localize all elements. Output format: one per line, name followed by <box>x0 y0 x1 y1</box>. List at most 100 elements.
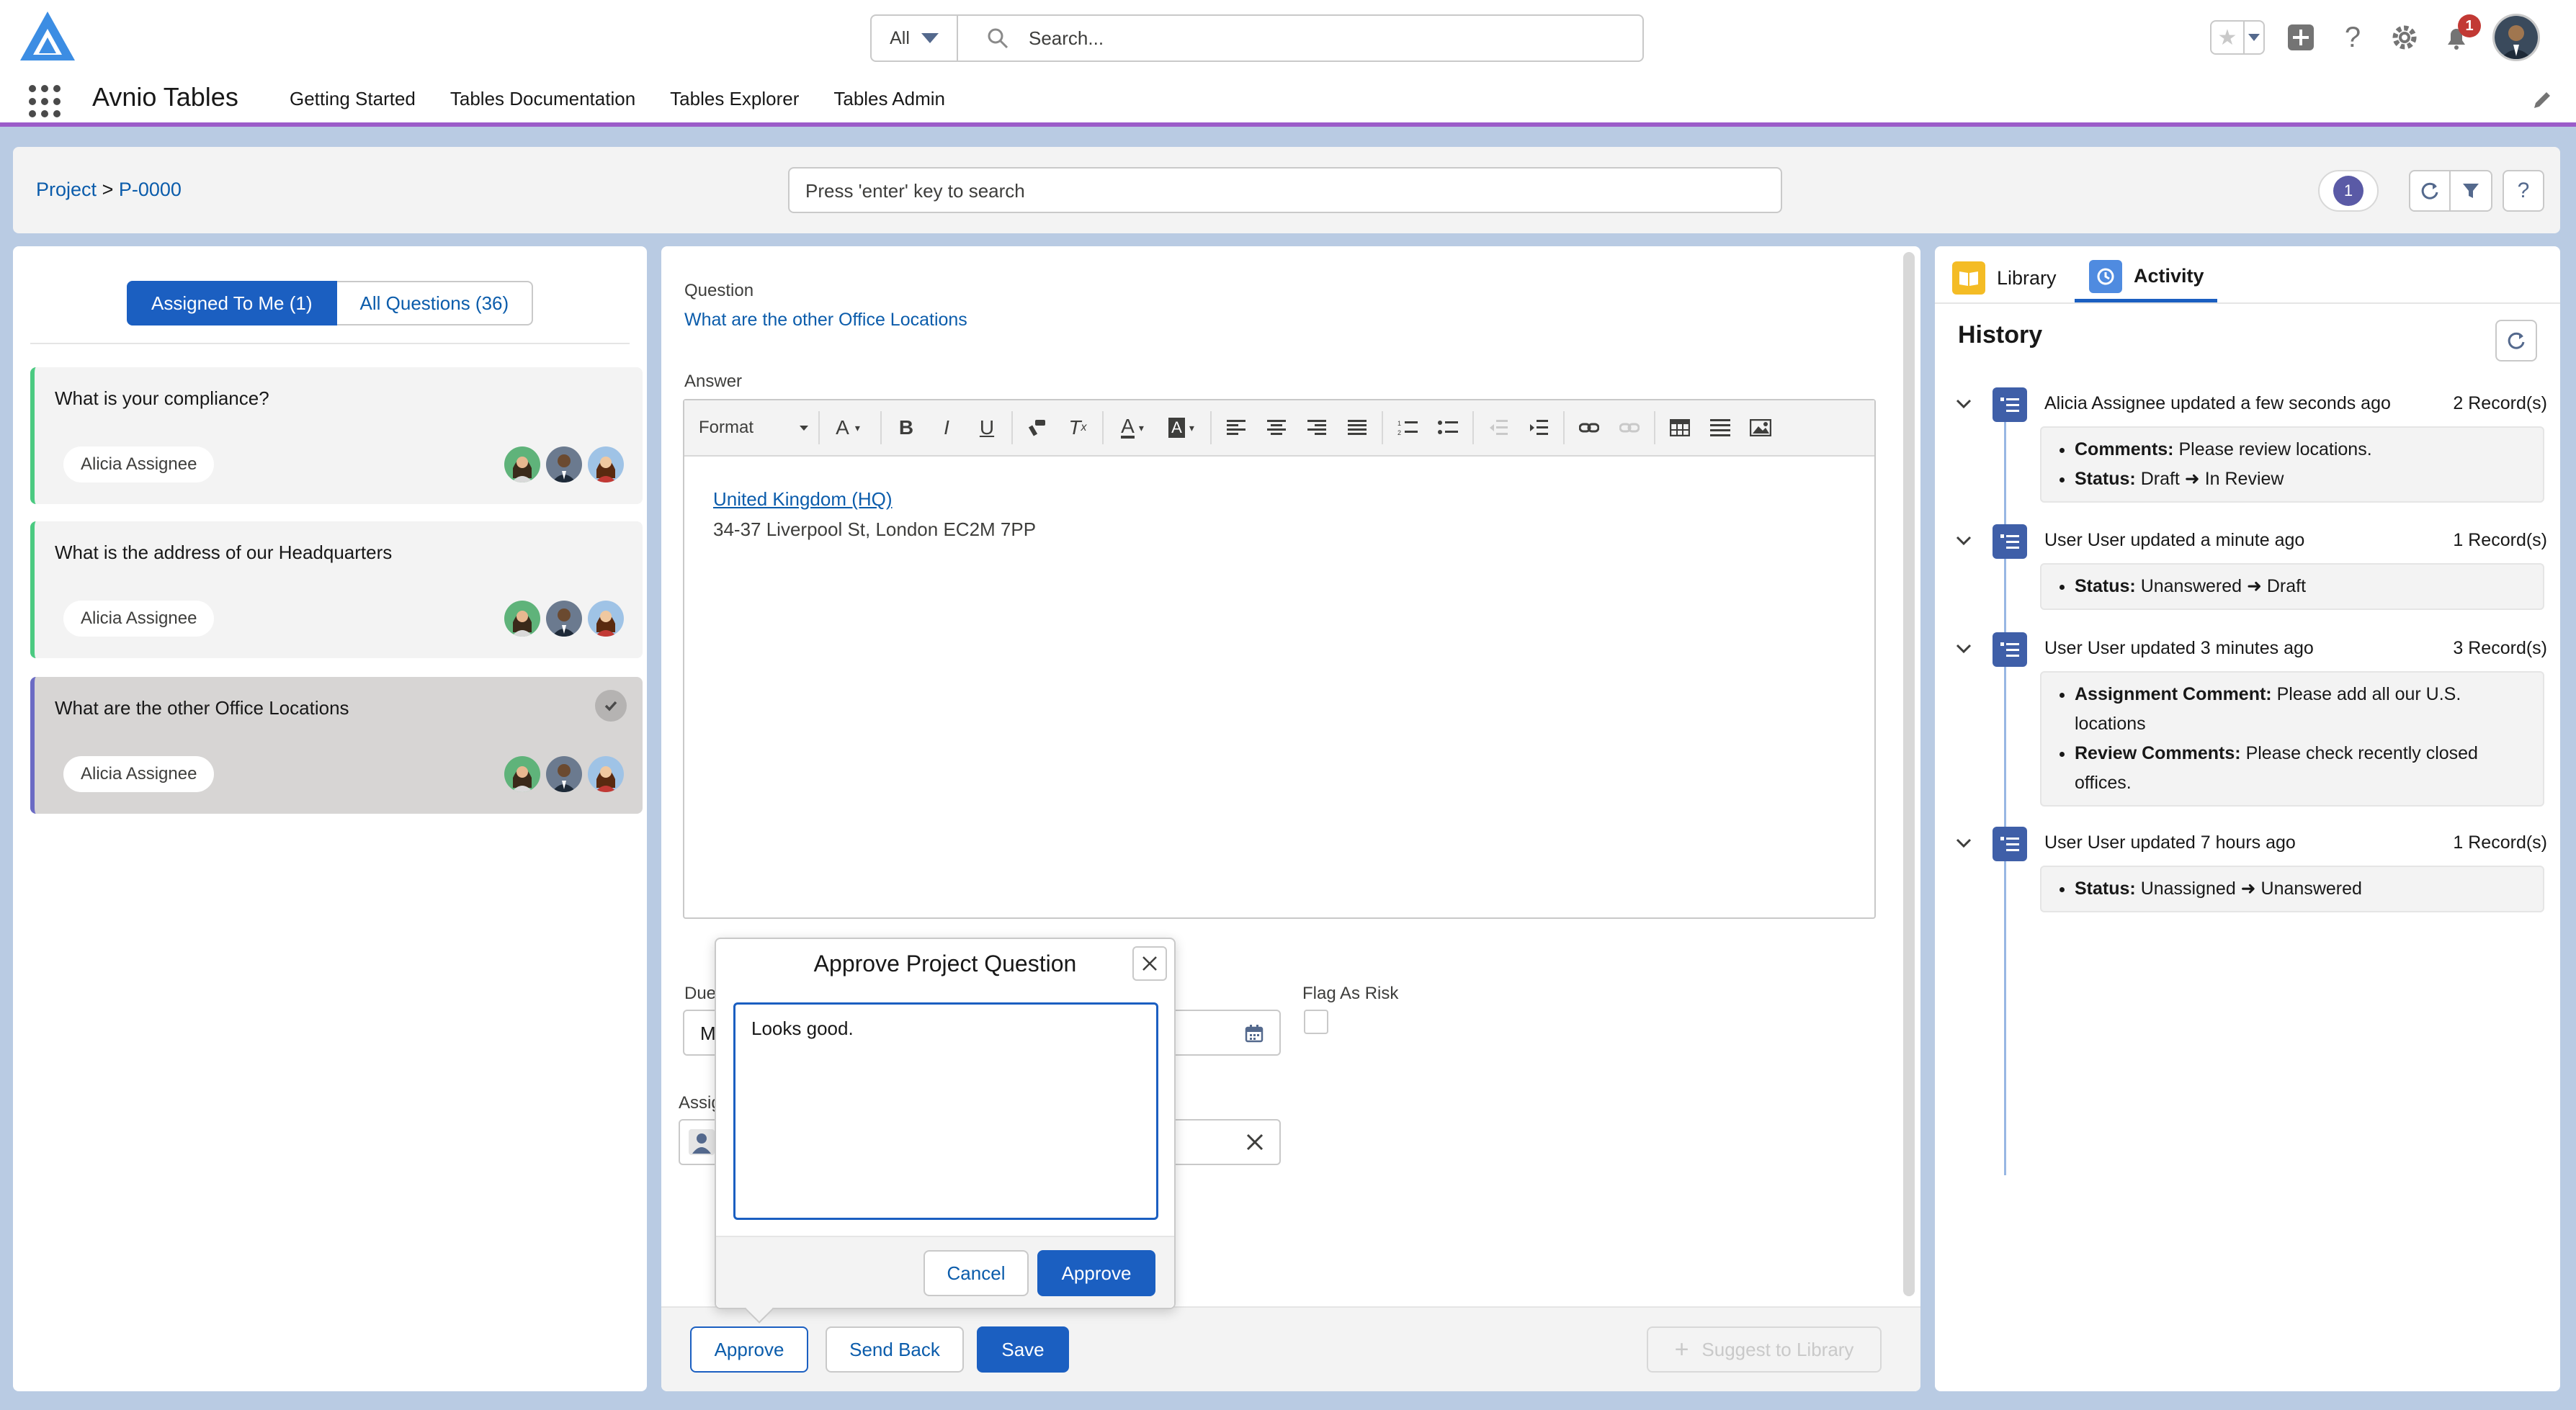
chevron-down-icon[interactable] <box>1955 639 1972 657</box>
search-scope-label: All <box>890 27 910 48</box>
avatar <box>546 601 582 637</box>
text-color-icon[interactable]: A ▾ <box>1108 411 1157 444</box>
question-card-selected[interactable]: What are the other Office Locations Alic… <box>30 677 643 814</box>
history-details: Status: Unassigned ➜ Unanswered <box>2040 866 2544 912</box>
user-avatar[interactable] <box>2492 14 2540 61</box>
history-details: Comments: Please review locations. Statu… <box>2040 426 2544 503</box>
bullet-list-icon[interactable] <box>1428 411 1468 444</box>
send-back-button[interactable]: Send Back <box>826 1326 964 1373</box>
search-scope-dropdown[interactable]: All <box>872 16 958 60</box>
link-icon[interactable] <box>1569 411 1609 444</box>
chevron-down-icon[interactable] <box>1955 531 1972 549</box>
confirm-approve-button[interactable]: Approve <box>1037 1250 1155 1296</box>
search-input[interactable]: Search... <box>1029 27 1104 50</box>
app-logo-icon[interactable] <box>17 9 78 63</box>
chevron-down-icon <box>921 33 939 43</box>
horizontal-rule-icon[interactable] <box>1700 411 1740 444</box>
gear-icon[interactable] <box>2389 22 2420 53</box>
history-detail-value: Unassigned ➜ Unanswered <box>2140 879 2362 899</box>
calendar-icon[interactable] <box>1245 1024 1264 1043</box>
history-detail-label: Status: <box>2075 469 2136 489</box>
history-refresh-button[interactable] <box>2495 320 2537 362</box>
suggest-to-library-button[interactable]: + Suggest to Library <box>1647 1326 1882 1373</box>
bold-icon[interactable]: B <box>886 411 926 444</box>
tab-library[interactable]: Library <box>1952 253 2057 302</box>
table-icon[interactable] <box>1660 411 1700 444</box>
history-icon <box>2089 259 2122 293</box>
question-card[interactable]: What is your compliance? Alicia Assignee <box>30 367 643 504</box>
question-text[interactable]: What are the other Office Locations <box>684 310 967 331</box>
highlight-color-icon[interactable]: A ▾ <box>1157 411 1206 444</box>
app-launcher-icon[interactable] <box>29 85 62 118</box>
align-right-icon[interactable] <box>1297 411 1337 444</box>
question-card[interactable]: What is the address of our Headquarters … <box>30 521 643 658</box>
record-update-icon <box>1993 387 2027 422</box>
answer-rich-text-editor[interactable]: Format A ▾ B I U Tx A ▾ A ▾ 12 United Ki… <box>683 399 1876 919</box>
history-record-count: 1 Record(s) <box>2453 530 2547 550</box>
format-dropdown[interactable]: Format <box>699 411 820 444</box>
format-painter-icon[interactable] <box>1017 411 1057 444</box>
answer-label: Answer <box>684 372 743 391</box>
image-icon[interactable] <box>1740 411 1781 444</box>
approval-comment-textarea[interactable]: Looks good. <box>733 1002 1158 1220</box>
history-entry-text: User User updated 3 minutes ago <box>2044 638 2314 658</box>
user-icon <box>689 1129 715 1155</box>
nav-item-tables-admin[interactable]: Tables Admin <box>833 88 945 110</box>
record-update-icon <box>1993 524 2027 559</box>
chevron-down-icon[interactable] <box>1955 834 1972 851</box>
history-detail-item: Status: Unanswered ➜ Draft <box>2075 572 2528 601</box>
tab-all-questions[interactable]: All Questions (36) <box>336 281 534 325</box>
history-detail-value: Draft ➜ In Review <box>2140 469 2284 489</box>
editor-content[interactable]: United Kingdom (HQ) 34-37 Liverpool St, … <box>684 457 1874 572</box>
justify-icon[interactable] <box>1337 411 1377 444</box>
underline-icon[interactable]: U <box>967 411 1007 444</box>
save-button[interactable]: Save <box>977 1326 1069 1373</box>
assignee-pill: Alicia Assignee <box>63 756 215 792</box>
filter-button[interactable] <box>2451 170 2492 212</box>
star-icon[interactable]: ★ <box>2211 22 2243 53</box>
avatar <box>588 446 624 482</box>
approve-button[interactable]: Approve <box>690 1326 808 1373</box>
favorites-dropdown[interactable] <box>2243 22 2263 53</box>
history-detail-item: Comments: Please review locations. <box>2075 435 2528 464</box>
close-icon[interactable] <box>1245 1132 1265 1152</box>
avatar <box>546 446 582 482</box>
help-button[interactable]: ? <box>2503 170 2544 212</box>
cancel-button[interactable]: Cancel <box>923 1250 1029 1296</box>
add-icon[interactable] <box>2285 22 2317 53</box>
nav-item-tables-documentation[interactable]: Tables Documentation <box>450 88 635 110</box>
unlink-icon[interactable] <box>1609 411 1650 444</box>
refresh-icon <box>2508 332 2525 349</box>
numbered-list-icon[interactable]: 12 <box>1387 411 1428 444</box>
bell-icon[interactable]: 1 <box>2441 14 2481 53</box>
nav-item-getting-started[interactable]: Getting Started <box>290 88 416 110</box>
tab-assigned-to-me[interactable]: Assigned To Me (1) <box>127 281 337 325</box>
filter-count-pill[interactable]: 1 <box>2318 170 2379 212</box>
help-icon[interactable]: ? <box>2337 22 2369 53</box>
tab-activity[interactable]: Activity <box>2075 253 2217 302</box>
refresh-button[interactable] <box>2409 170 2451 212</box>
favorites-group[interactable]: ★ <box>2210 20 2265 55</box>
indent-icon[interactable] <box>1519 411 1559 444</box>
clear-format-icon[interactable]: Tx <box>1057 411 1098 444</box>
font-size-icon[interactable]: A ▾ <box>820 411 876 444</box>
edit-nav-icon[interactable] <box>2531 89 2553 111</box>
question-search-input[interactable]: Press 'enter' key to search <box>788 167 1782 213</box>
align-center-icon[interactable] <box>1256 411 1297 444</box>
italic-icon[interactable]: I <box>926 411 967 444</box>
chevron-down-icon[interactable] <box>1955 395 1972 412</box>
history-details: Assignment Comment: Please add all our U… <box>2040 671 2544 807</box>
outdent-icon[interactable] <box>1478 411 1519 444</box>
close-popover-button[interactable] <box>1132 946 1167 981</box>
nav-item-tables-explorer[interactable]: Tables Explorer <box>670 88 799 110</box>
history-detail-item: Assignment Comment: Please add all our U… <box>2075 680 2528 739</box>
scrollbar[interactable] <box>1903 252 1915 1296</box>
flag-as-risk-checkbox[interactable] <box>1304 1010 1328 1034</box>
align-left-icon[interactable] <box>1216 411 1256 444</box>
global-search[interactable]: All Search... <box>870 14 1644 62</box>
history-detail-label: Review Comments: <box>2075 743 2241 763</box>
popover-title: Approve Project Question <box>813 951 1077 976</box>
breadcrumb-project-link[interactable]: Project <box>36 179 97 200</box>
answer-location-link[interactable]: United Kingdom (HQ) <box>713 484 1846 514</box>
breadcrumb-current-link[interactable]: P-0000 <box>119 179 182 200</box>
